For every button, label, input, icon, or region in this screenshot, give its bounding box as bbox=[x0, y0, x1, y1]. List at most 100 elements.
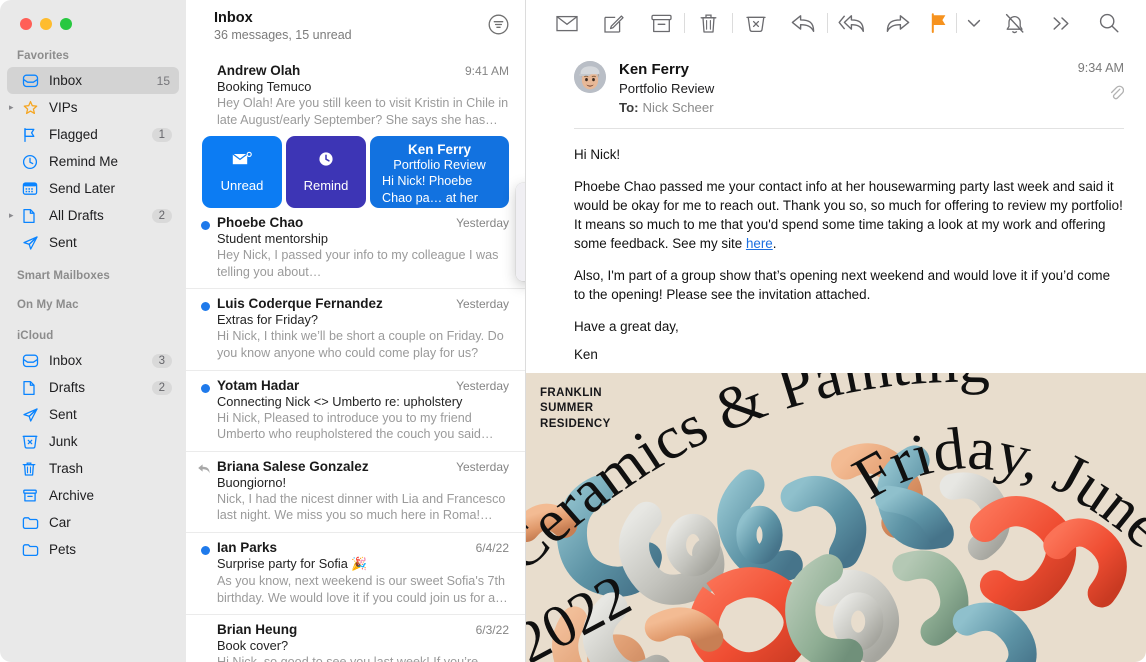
sidebar-item-car[interactable]: Car bbox=[7, 509, 179, 536]
compose-button[interactable] bbox=[591, 8, 638, 38]
flag-menu-button[interactable] bbox=[957, 8, 992, 38]
row-snippet: As you know, next weekend is our sweet S… bbox=[217, 574, 508, 605]
sidebar-item-flagged[interactable]: Flagged 1 bbox=[7, 121, 179, 148]
attachment-poster[interactable]: FRANKLIN SUMMER RESIDENCY ramics & Pa Fr… bbox=[526, 373, 1146, 662]
row-sender: Phoebe Chao bbox=[217, 215, 304, 231]
sidebar-item-pets[interactable]: Pets bbox=[7, 536, 179, 563]
row-date: Yesterday bbox=[456, 378, 509, 393]
sidebar-item-vips[interactable]: ▸ VIPs bbox=[7, 94, 179, 121]
row-date: Yesterday bbox=[456, 459, 509, 474]
sidebar-item-remind-me[interactable]: Remind Me bbox=[7, 148, 179, 175]
junk-icon bbox=[22, 434, 42, 450]
swipe-action-unread[interactable]: Unread bbox=[202, 136, 282, 209]
sidebar-item-count: 15 bbox=[156, 73, 170, 88]
close-button[interactable] bbox=[20, 18, 32, 30]
row-snippet: Hi Nick, Pleased to introduce you to my … bbox=[217, 410, 494, 442]
sidebar-item-label: Sent bbox=[49, 235, 77, 250]
junk-button[interactable] bbox=[733, 8, 780, 38]
table-row[interactable]: Andrew Olah 9:41 AM Booking Temuco Hey O… bbox=[186, 56, 525, 136]
row-sender: Yotam Hadar bbox=[217, 377, 300, 393]
sidebar-item-label: All Drafts bbox=[49, 208, 104, 223]
table-row[interactable]: Ian Parks 6/4/22 Surprise party for Sofi… bbox=[186, 533, 525, 616]
chevron-right-icon[interactable]: ▸ bbox=[9, 103, 22, 112]
row-snippet: Hi Nick, I think we’ll be short a couple… bbox=[217, 329, 504, 361]
row-subject: Portfolio Review bbox=[393, 157, 486, 173]
archive-button[interactable] bbox=[638, 8, 685, 38]
mute-button[interactable] bbox=[992, 8, 1039, 38]
folder-icon bbox=[22, 542, 42, 558]
sidebar-section-smart-mailboxes: Smart Mailboxes bbox=[17, 270, 110, 282]
star-icon bbox=[22, 100, 42, 116]
table-row[interactable]: Brian Heung 6/3/22 Book cover? Hi Nick, … bbox=[186, 615, 525, 662]
sidebar-item-label: Junk bbox=[49, 434, 78, 449]
row-date: Yesterday bbox=[456, 297, 509, 312]
filter-icon[interactable] bbox=[488, 14, 509, 40]
sidebar-item-label: Inbox bbox=[49, 353, 83, 368]
chevron-right-icon[interactable]: ▸ bbox=[9, 211, 22, 220]
mark-unread-button[interactable] bbox=[544, 8, 591, 38]
remind-me-context-menu[interactable]: Remind me in 1 hour Remind me Tonight Re… bbox=[516, 183, 525, 281]
calendar-icon bbox=[22, 181, 42, 197]
row-subject: Student mentorship bbox=[217, 231, 328, 247]
message-body: Hi Nick! Phoebe Chao passed me your cont… bbox=[526, 129, 1146, 364]
menu-item-remind-tomorrow[interactable]: Remind me Tomorrow bbox=[516, 232, 525, 254]
reply-all-button[interactable] bbox=[828, 8, 875, 38]
sidebar-item-all-drafts[interactable]: ▸ All Drafts 2 bbox=[7, 202, 179, 229]
sidebar-item-inbox-icloud[interactable]: Inbox 3 bbox=[7, 347, 179, 374]
table-row[interactable]: Luis Coderque Fernandez Yesterday Extras… bbox=[186, 289, 525, 371]
sidebar-item-sent-favorites[interactable]: Sent bbox=[7, 229, 179, 256]
paperclip-icon[interactable] bbox=[1078, 85, 1125, 106]
replied-icon bbox=[197, 462, 211, 480]
message-header: Ken Ferry Portfolio Review To: Nick Schee… bbox=[526, 47, 1146, 115]
message-list: Inbox 36 messages, 15 unread Andrew Olah… bbox=[186, 0, 526, 662]
table-row-selected[interactable]: Ken Ferry Portfolio Review Hi Nick! Phoe… bbox=[370, 136, 509, 209]
unread-dot-icon bbox=[201, 546, 210, 556]
site-link[interactable]: here bbox=[746, 236, 773, 251]
sidebar-item-badge: 1 bbox=[151, 127, 172, 142]
body-p1-tail: . bbox=[772, 236, 777, 252]
swipe-action-label: Remind bbox=[303, 178, 349, 194]
sidebar-item-label: Archive bbox=[49, 488, 95, 503]
sidebar-item-send-later[interactable]: Send Later bbox=[7, 175, 179, 202]
table-row-swiped[interactable]: Unread Remind Ken Ferry Portfolio Review… bbox=[186, 136, 525, 209]
body-paragraph-1: Phoebe Chao passed me your contact info … bbox=[574, 177, 1124, 253]
table-row[interactable]: Phoebe Chao Yesterday Student mentorship… bbox=[186, 208, 525, 290]
sidebar-item-sent-icloud[interactable]: Sent bbox=[7, 401, 179, 428]
row-sender: Brian Heung bbox=[217, 622, 298, 638]
table-row[interactable]: Briana Salese Gonzalez Yesterday Buongio… bbox=[186, 452, 525, 534]
sidebar-item-inbox-favorites[interactable]: Inbox 15 bbox=[7, 67, 179, 94]
flag-button[interactable] bbox=[921, 8, 956, 38]
unread-dot-icon bbox=[201, 383, 210, 393]
to-value[interactable]: Nick Scheer bbox=[643, 100, 714, 115]
trash-icon bbox=[22, 461, 42, 477]
table-row[interactable]: Yotam Hadar Yesterday Connecting Nick <>… bbox=[186, 371, 525, 452]
menu-item-remind-1-hour[interactable]: Remind me in 1 hour bbox=[516, 188, 525, 210]
body-signature: Ken bbox=[574, 347, 598, 363]
inbox-icon bbox=[22, 73, 42, 89]
sidebar-item-drafts-icloud[interactable]: Drafts 2 bbox=[7, 374, 179, 401]
swipe-action-remind[interactable]: Remind bbox=[286, 136, 366, 209]
sidebar-item-badge: 3 bbox=[151, 353, 172, 368]
more-button[interactable] bbox=[1038, 8, 1085, 38]
menu-item-remind-tonight[interactable]: Remind me Tonight bbox=[516, 210, 525, 232]
sidebar-item-trash[interactable]: Trash bbox=[7, 455, 179, 482]
unread-envelope-icon bbox=[231, 151, 253, 172]
message-subject: Portfolio Review bbox=[619, 81, 715, 96]
forward-button[interactable] bbox=[874, 8, 921, 38]
sidebar-item-label: Remind Me bbox=[49, 154, 119, 169]
zoom-button[interactable] bbox=[60, 18, 72, 30]
mail-window: Favorites Inbox 15 ▸ VIPs Flagged 1 Remi… bbox=[0, 0, 1146, 662]
unread-dot-icon bbox=[201, 221, 210, 231]
reply-button[interactable] bbox=[780, 8, 827, 38]
sidebar-item-archive[interactable]: Archive bbox=[7, 482, 179, 509]
search-button[interactable] bbox=[1085, 8, 1132, 38]
swipe-action-label: Unread bbox=[220, 178, 264, 194]
delete-button[interactable] bbox=[685, 8, 732, 38]
sidebar-item-label: Drafts bbox=[49, 380, 86, 395]
sidebar-item-junk[interactable]: Junk bbox=[7, 428, 179, 455]
sender-name: Ken Ferry bbox=[619, 61, 690, 78]
menu-item-remind-later[interactable]: Remind me Later... bbox=[516, 254, 525, 276]
to-label: To: bbox=[619, 100, 639, 115]
minimize-button[interactable] bbox=[40, 18, 52, 30]
row-snippet: Hey Olah! Are you still keen to visit Kr… bbox=[217, 96, 509, 127]
